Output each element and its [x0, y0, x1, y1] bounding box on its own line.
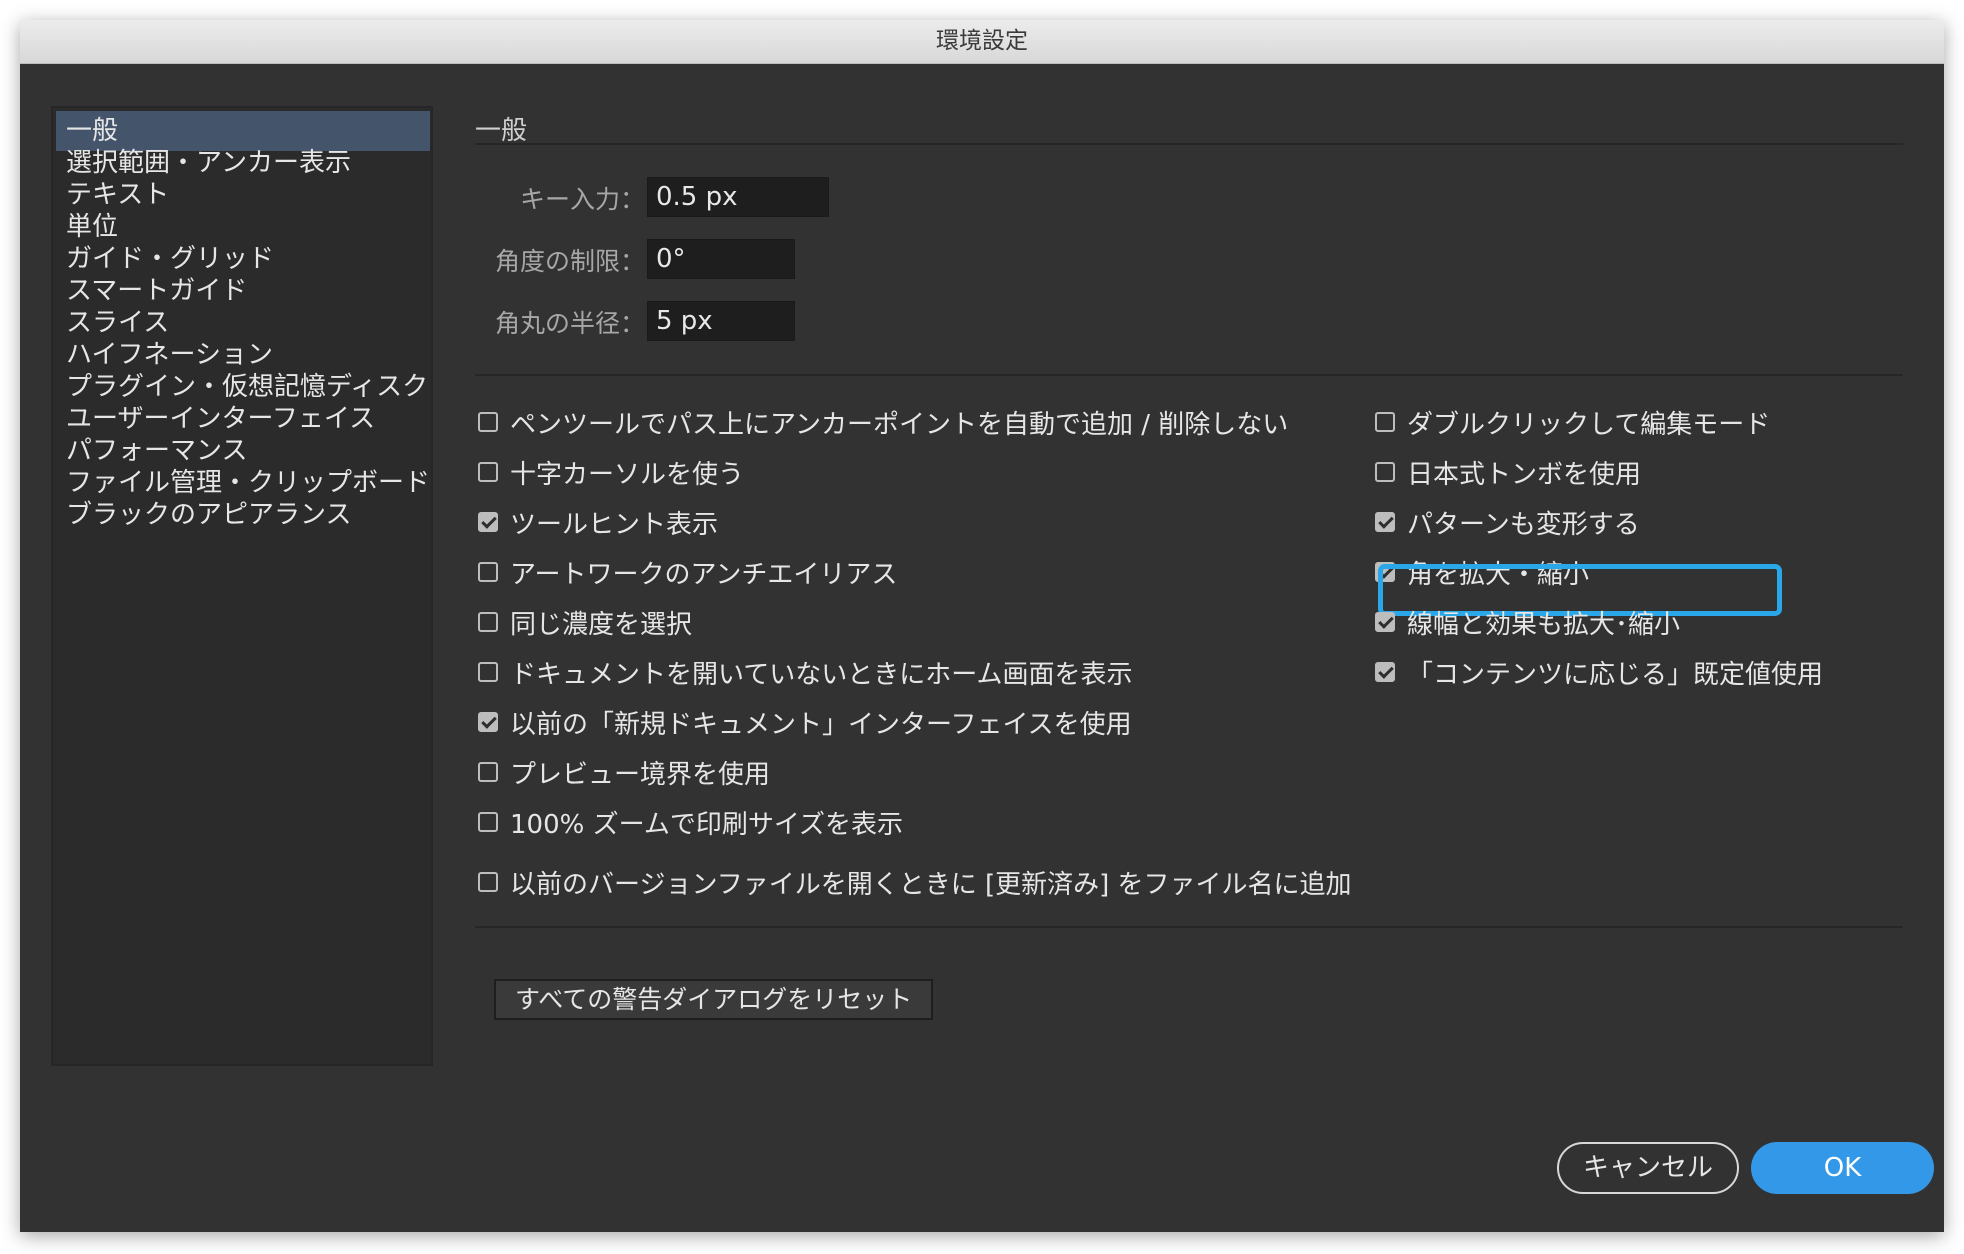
cancel-button[interactable]: キャンセル [1557, 1142, 1739, 1194]
key-input-field[interactable]: 0.5 px [647, 177, 829, 217]
corner-radius-field[interactable]: 5 px [647, 301, 795, 341]
checkbox-box[interactable] [1375, 512, 1395, 532]
checkbox-label: ペンツールでパス上にアンカーポイントを自動で追加 / 削除しない [510, 409, 1289, 440]
reset-warning-dialogs-button[interactable]: すべての警告ダイアログをリセット [494, 979, 934, 1020]
checkbox-box[interactable] [478, 512, 498, 532]
checkbox-select-same-tint[interactable]: 同じ濃度を選択 [478, 602, 692, 642]
checkbox-label: 十字カーソルを使う [510, 459, 745, 490]
checkbox-box[interactable] [478, 762, 498, 782]
checkbox-label: アートワークのアンチエイリアス [510, 559, 898, 590]
sidebar: 一般 選択範囲・アンカー表示 テキスト 単位 ガイド・グリッド スマートガイド … [51, 106, 433, 1066]
checkbox-box[interactable] [478, 562, 498, 582]
divider [475, 374, 1903, 376]
constrain-angle-label: 角度の制限： [494, 247, 645, 276]
preferences-dialog: 環境設定 一般 選択範囲・アンカー表示 テキスト 単位 ガイド・グリッド スマー… [20, 20, 1944, 1232]
checkbox-box[interactable] [1375, 462, 1395, 482]
checkbox-box[interactable] [1375, 412, 1395, 432]
corner-radius-label: 角丸の半径： [494, 309, 645, 338]
checkbox-label: パターンも変形する [1407, 509, 1640, 540]
checkbox-label: 日本式トンボを使用 [1407, 459, 1642, 490]
checkbox-precise-cursors[interactable]: 十字カーソルを使う [478, 452, 744, 492]
checkbox-legacy-new-document[interactable]: 以前の「新規ドキュメント」インターフェイスを使用 [478, 702, 1132, 742]
checkbox-label: ダブルクリックして編集モード [1407, 409, 1771, 440]
checkbox-print-size-at-100[interactable]: 100% ズームで印刷サイズを表示 [478, 802, 903, 842]
section-title: 一般 [475, 116, 528, 146]
key-input-label: キー入力： [519, 185, 645, 214]
checkbox-label: ツールヒント表示 [510, 509, 719, 540]
checkbox-box[interactable] [478, 812, 498, 832]
checkbox-label: ドキュメントを開いていないときにホーム画面を表示 [510, 659, 1133, 690]
checkbox-label: 「コンテンツに応じる」既定値使用 [1407, 659, 1824, 690]
checkbox-box[interactable] [478, 712, 498, 732]
checkbox-japanese-crop-marks[interactable]: 日本式トンボを使用 [1375, 452, 1641, 492]
checkbox-label: 以前の「新規ドキュメント」インターフェイスを使用 [510, 709, 1132, 740]
window-title: 環境設定 [20, 20, 1944, 64]
checkbox-label: プレビュー境界を使用 [510, 759, 771, 790]
checkbox-anti-aliased-artwork[interactable]: アートワークのアンチエイリアス [478, 552, 897, 592]
checkbox-box[interactable] [478, 872, 498, 892]
checkbox-box[interactable] [478, 412, 498, 432]
sidebar-item-appearance-of-black[interactable]: ブラックのアピアランス [56, 495, 430, 535]
checkbox-label: 同じ濃度を選択 [510, 609, 693, 640]
checkbox-scale-strokes-effects[interactable]: 線幅と効果も拡大･縮小 [1375, 602, 1680, 642]
checkbox-label: 100% ズームで印刷サイズを表示 [510, 809, 904, 840]
checkbox-double-click-isolate[interactable]: ダブルクリックして編集モード [1375, 402, 1770, 442]
checkbox-box[interactable] [478, 612, 498, 632]
checkbox-label: 以前のバージョンファイルを開くときに [更新済み] をファイル名に追加 [510, 869, 1352, 900]
divider [475, 926, 1903, 928]
checkbox-box[interactable] [478, 662, 498, 682]
checkbox-show-tool-tips[interactable]: ツールヒント表示 [478, 502, 718, 542]
checkbox-label: 線幅と効果も拡大･縮小 [1407, 609, 1681, 640]
checkbox-box[interactable] [1375, 612, 1395, 632]
constrain-angle-field[interactable]: 0° [647, 239, 795, 279]
checkbox-use-preview-bounds[interactable]: プレビュー境界を使用 [478, 752, 770, 792]
divider [475, 143, 1903, 145]
ok-button[interactable]: OK [1751, 1142, 1934, 1194]
checkbox-box[interactable] [1375, 662, 1395, 682]
checkbox-disable-auto-add-delete[interactable]: ペンツールでパス上にアンカーポイントを自動で追加 / 削除しない [478, 402, 1288, 442]
checkbox-append-converted[interactable]: 以前のバージョンファイルを開くときに [更新済み] をファイル名に追加 [478, 862, 1352, 902]
checkbox-show-home-screen[interactable]: ドキュメントを開いていないときにホーム画面を表示 [478, 652, 1132, 692]
checkbox-box[interactable] [478, 462, 498, 482]
checkbox-content-aware-defaults[interactable]: 「コンテンツに応じる」既定値使用 [1375, 652, 1823, 692]
checkbox-transform-pattern-tiles[interactable]: パターンも変形する [1375, 502, 1640, 542]
